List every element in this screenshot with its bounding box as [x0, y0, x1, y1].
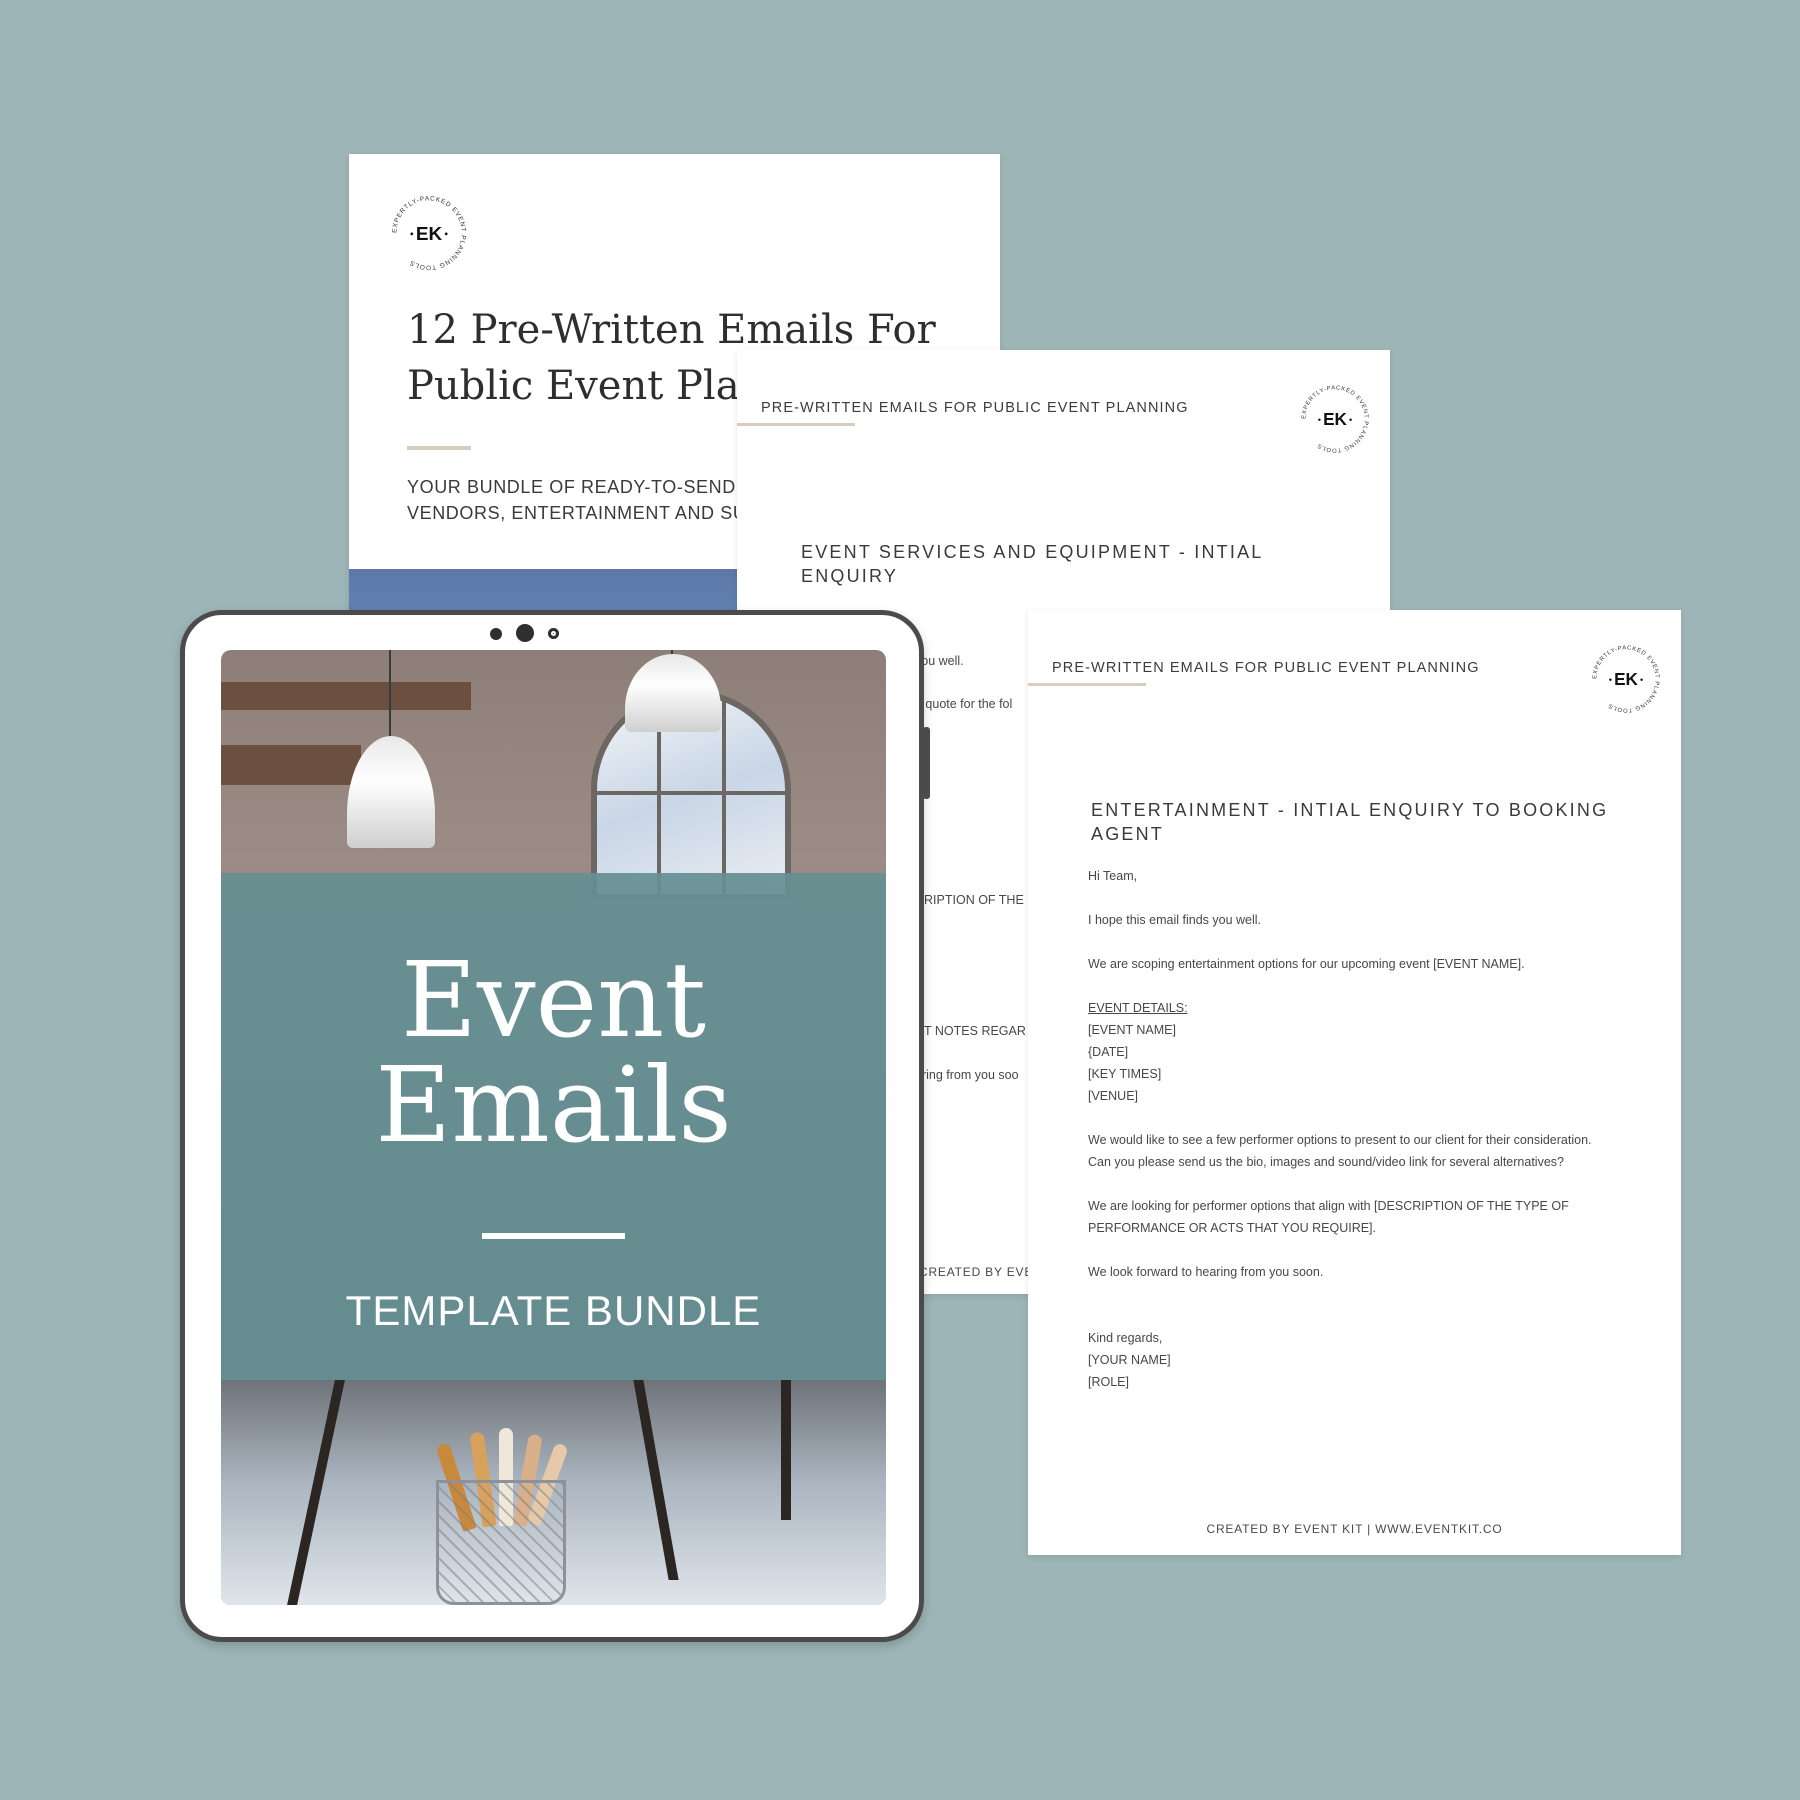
- footer-fragment: CREATED BY EVE: [919, 1265, 1034, 1279]
- email-line: PERFORMANCE OR ACTS THAT YOU REQUIRE].: [1088, 1221, 1377, 1235]
- email-line: We would like to see a few performer opt…: [1088, 1133, 1592, 1147]
- page-footer: CREATED BY EVENT KIT | WWW.EVENTKIT.CO: [1206, 1522, 1503, 1536]
- event-detail-item: {DATE]: [1088, 1045, 1129, 1059]
- body-fragment: CRIPTION OF THE: [915, 893, 1024, 907]
- pendant-lamp: [625, 654, 721, 732]
- svg-text:EK: EK: [1323, 409, 1347, 429]
- event-details-heading: EVENT DETAILS:: [1088, 1001, 1188, 1015]
- event-detail-item: [EVENT NAME]: [1088, 1023, 1176, 1037]
- page-header: PRE-WRITTEN EMAILS FOR PUBLIC EVENT PLAN…: [761, 400, 1189, 416]
- eventkit-logo: EXPERTLY-PACKED EVENT PLANNING TOOLS EK: [386, 190, 472, 276]
- product-title-line: Emails: [375, 1044, 732, 1166]
- header-rule: [737, 423, 855, 426]
- body-fragment: aring from you soo: [915, 1068, 1019, 1082]
- desk-leg: [781, 1380, 791, 1520]
- email-template-page-entertainment: PRE-WRITTEN EMAILS FOR PUBLIC EVENT PLAN…: [1028, 610, 1681, 1555]
- email-greeting: Hi Team,: [1088, 869, 1138, 883]
- tablet-screen: Event Emails TEMPLATE BUNDLE: [221, 650, 886, 1605]
- header-rule: [1028, 683, 1146, 686]
- eventkit-logo: EXPERTLY-PACKED EVENT PLANNING TOOLS EK: [1587, 640, 1665, 718]
- section-title: ENTERTAINMENT - INTIAL ENQUIRY TO BOOKIN…: [1091, 800, 1609, 844]
- sensor-dot: [548, 628, 559, 639]
- svg-text:EK: EK: [1614, 669, 1638, 689]
- event-detail-item: [VENUE]: [1088, 1089, 1139, 1103]
- email-line: I hope this email finds you well.: [1088, 913, 1262, 927]
- wire-basket: [436, 1480, 566, 1605]
- product-subtitle: TEMPLATE BUNDLE: [345, 1287, 762, 1334]
- email-signature-role: [ROLE]: [1088, 1375, 1129, 1389]
- email-line: Can you please send us the bio, images a…: [1088, 1155, 1564, 1169]
- tablet-side-button: [923, 747, 930, 799]
- tablet-device: Event Emails TEMPLATE BUNDLE: [180, 610, 930, 1642]
- ceiling-beam: [221, 745, 361, 785]
- page-header: PRE-WRITTEN EMAILS FOR PUBLIC EVENT PLAN…: [1052, 660, 1480, 676]
- eventkit-logo: EXPERTLY-PACKED EVENT PLANNING TOOLS EK: [1296, 380, 1374, 458]
- ceiling-beam: [221, 682, 471, 710]
- body-fragment: NT NOTES REGAR: [915, 1024, 1026, 1038]
- body-fragment: a quote for the fol: [915, 697, 1013, 711]
- title-divider: [482, 1233, 625, 1239]
- email-signature-name: [YOUR NAME]: [1088, 1353, 1171, 1367]
- event-detail-item: [KEY TIMES]: [1088, 1067, 1162, 1081]
- lamp-cord: [389, 650, 391, 740]
- accent-rule: [407, 446, 471, 450]
- email-line: We look forward to hearing from you soon…: [1088, 1265, 1324, 1279]
- product-title-line: Event: [401, 939, 706, 1061]
- section-title: EVENT SERVICES AND EQUIPMENT - INTIAL EN…: [801, 542, 1263, 586]
- email-signoff: Kind regards,: [1088, 1331, 1163, 1345]
- camera-icon: [516, 624, 534, 642]
- sensor-dot: [490, 628, 502, 640]
- email-line: We are looking for performer options tha…: [1088, 1199, 1569, 1213]
- email-line: We are scoping entertainment options for…: [1088, 957, 1525, 971]
- svg-text:EK: EK: [416, 224, 443, 245]
- title-band: Event Emails TEMPLATE BUNDLE: [221, 873, 886, 1380]
